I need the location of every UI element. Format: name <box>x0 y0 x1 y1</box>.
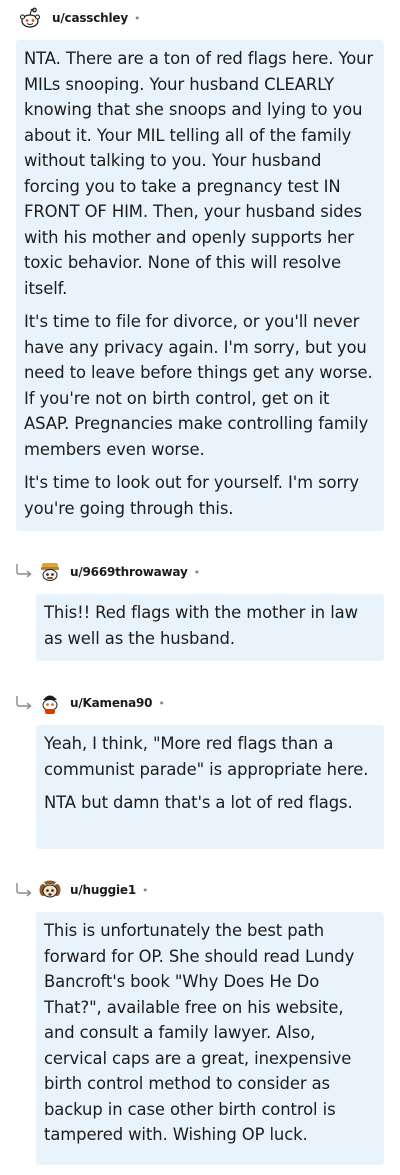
username[interactable]: u/Kamena90 <box>70 696 153 710</box>
username[interactable]: u/huggie1 <box>70 883 136 897</box>
comment-paragraph: This is unfortunately the best path forw… <box>44 921 355 1144</box>
reply-arrow-icon <box>16 696 32 710</box>
comment-paragraph: Yeah, I think, "More red flags than a co… <box>44 734 369 779</box>
comment-body: This!! Red flags with the mother in law … <box>36 594 384 661</box>
username[interactable]: u/casschley <box>52 11 128 25</box>
comment-body: Yeah, I think, "More red flags than a co… <box>36 725 384 849</box>
snoo-avatar-icon <box>16 4 44 32</box>
snoo-avatar-icon <box>38 560 62 584</box>
separator-dot: • <box>193 565 201 579</box>
avatar[interactable] <box>38 560 62 584</box>
comment-paragraph: This!! Red flags with the mother in law … <box>44 603 358 648</box>
comment-paragraph: NTA but damn that's a lot of red flags. <box>44 793 353 812</box>
comment-body: This is unfortunately the best path forw… <box>36 912 384 1165</box>
snoo-avatar-icon <box>38 878 62 902</box>
comment-header: u/Kamena90 • <box>38 687 165 719</box>
separator-dot: • <box>133 11 141 25</box>
comment-paragraph: It's time to look out for yourself. I'm … <box>24 473 360 518</box>
comment-header: u/casschley • <box>16 2 140 34</box>
reply-arrow-icon <box>16 564 32 578</box>
comment-paragraph: NTA. There are a ton of red flags here. … <box>24 49 374 298</box>
reply-arrow-icon <box>16 883 32 897</box>
comment-header: u/9669throwaway • <box>38 556 200 588</box>
avatar[interactable] <box>38 878 62 902</box>
avatar[interactable] <box>16 4 44 32</box>
separator-dot: • <box>142 883 149 897</box>
comment-paragraph: It's time to file for divorce, or you'll… <box>24 312 373 459</box>
snoo-avatar-icon <box>38 691 62 715</box>
username[interactable]: u/9669throwaway <box>70 565 188 579</box>
avatar[interactable] <box>38 691 62 715</box>
separator-dot: • <box>158 696 165 710</box>
comment-body: NTA. There are a ton of red flags here. … <box>16 40 384 531</box>
comment-header: u/huggie1 • <box>38 874 149 906</box>
